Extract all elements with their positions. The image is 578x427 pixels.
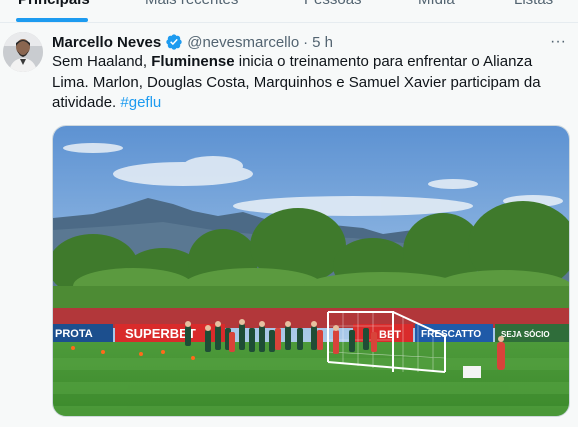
tweet-text-part1: Sem Haaland, <box>52 53 152 70</box>
tweet-text: Sem Haaland, Fluminense inicia o treinam… <box>52 52 562 114</box>
more-options-label: ··· <box>550 33 566 50</box>
avatar-image <box>3 32 43 72</box>
training-photo: PROTA SUPERBET BET FRESCATTO SEJA SÓCIO <box>53 126 569 416</box>
tweet[interactable]: Marcello Neves @nevesmarcello · 5 h ··· … <box>0 23 578 427</box>
tab-mais-recentes[interactable]: Mais recentes <box>145 0 238 8</box>
board-seja-socio: SEJA SÓCIO <box>501 330 550 339</box>
header-separator: · <box>303 33 309 51</box>
board-bet: BET <box>379 329 401 341</box>
timeline-tabs: Principais Mais recentes Pessoas Mídia L… <box>0 0 578 22</box>
tweet-header: Marcello Neves @nevesmarcello · 5 h <box>52 32 333 52</box>
tab-pessoas[interactable]: Pessoas <box>304 0 362 8</box>
author-handle[interactable]: @nevesmarcello <box>187 34 299 51</box>
more-options-icon[interactable]: ··· <box>548 32 568 52</box>
hashtag-link[interactable]: #geflu <box>120 94 161 111</box>
tab-listas[interactable]: Listas <box>514 0 553 8</box>
tab-principais[interactable]: Principais <box>18 0 90 8</box>
board-prota: PROTA <box>55 328 93 340</box>
verified-badge-icon <box>165 33 183 51</box>
tweet-text-bold: Fluminense <box>151 53 235 70</box>
author-name[interactable]: Marcello Neves <box>52 34 161 51</box>
tab-midia[interactable]: Mídia <box>418 0 455 8</box>
tweet-timestamp[interactable]: 5 h <box>312 34 333 51</box>
avatar[interactable] <box>3 32 43 72</box>
tweet-photo[interactable]: PROTA SUPERBET BET FRESCATTO SEJA SÓCIO <box>52 125 570 417</box>
board-frescatto: FRESCATTO <box>421 329 481 340</box>
